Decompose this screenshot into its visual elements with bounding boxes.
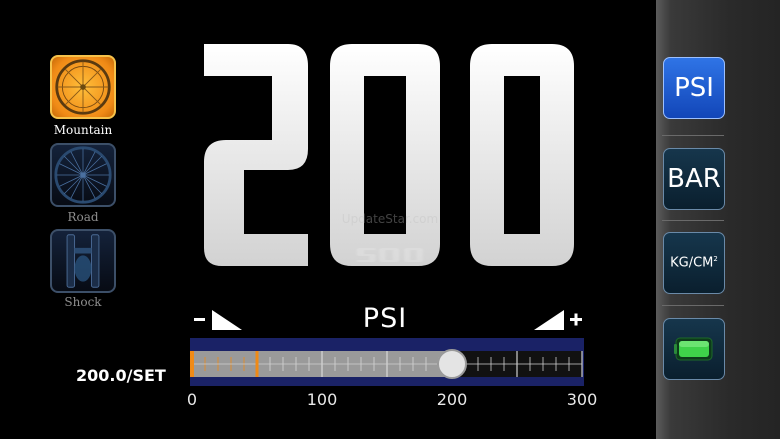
unit-psi-label: PSI [674, 73, 714, 103]
setpoint-readout: 200.0/SET [76, 366, 166, 385]
road-bike-button[interactable] [50, 143, 116, 207]
current-unit-label: PSI [362, 303, 408, 334]
decrease-button[interactable] [190, 306, 248, 332]
shock-button[interactable] [50, 229, 116, 293]
unit-psi-button[interactable]: PSI [663, 57, 725, 119]
unit-kgcm2-button[interactable]: KG/CM2 [663, 232, 725, 294]
road-wheel-icon [54, 146, 112, 204]
slider-tick-label: 0 [186, 390, 198, 409]
watermark: UpdateStar.com [341, 212, 439, 226]
unit-kgcm2-label: KG/CM2 [670, 255, 718, 271]
slider-tick-label: 200 [436, 390, 468, 409]
mountain-wheel-icon [55, 59, 111, 115]
shock-fork-icon [66, 234, 100, 288]
increase-button[interactable] [528, 306, 586, 332]
preset-marker [255, 351, 259, 377]
pressure-value-display [204, 44, 574, 266]
ramp-down-icon [212, 310, 242, 330]
bike-label-mountain: Mountain [53, 123, 113, 137]
divider [662, 305, 724, 306]
unit-bar-button[interactable]: BAR [663, 148, 725, 210]
ramp-up-icon [534, 310, 564, 330]
bike-label-road: Road [67, 210, 99, 224]
divider [662, 220, 724, 221]
bike-label-shock: Shock [64, 295, 102, 309]
unit-bar-label: BAR [667, 164, 721, 194]
slider-knob[interactable] [437, 349, 467, 379]
slider-tick-label: 300 [566, 390, 598, 409]
mountain-bike-button[interactable] [50, 55, 116, 119]
minus-icon [194, 318, 205, 321]
slider-tick-label: 100 [306, 390, 338, 409]
battery-button[interactable] [663, 318, 725, 380]
pressure-value-reflection [356, 248, 423, 262]
pressure-slider[interactable] [190, 338, 584, 386]
divider [662, 135, 724, 136]
battery-icon [674, 337, 713, 361]
slider-start-marker [190, 351, 194, 377]
